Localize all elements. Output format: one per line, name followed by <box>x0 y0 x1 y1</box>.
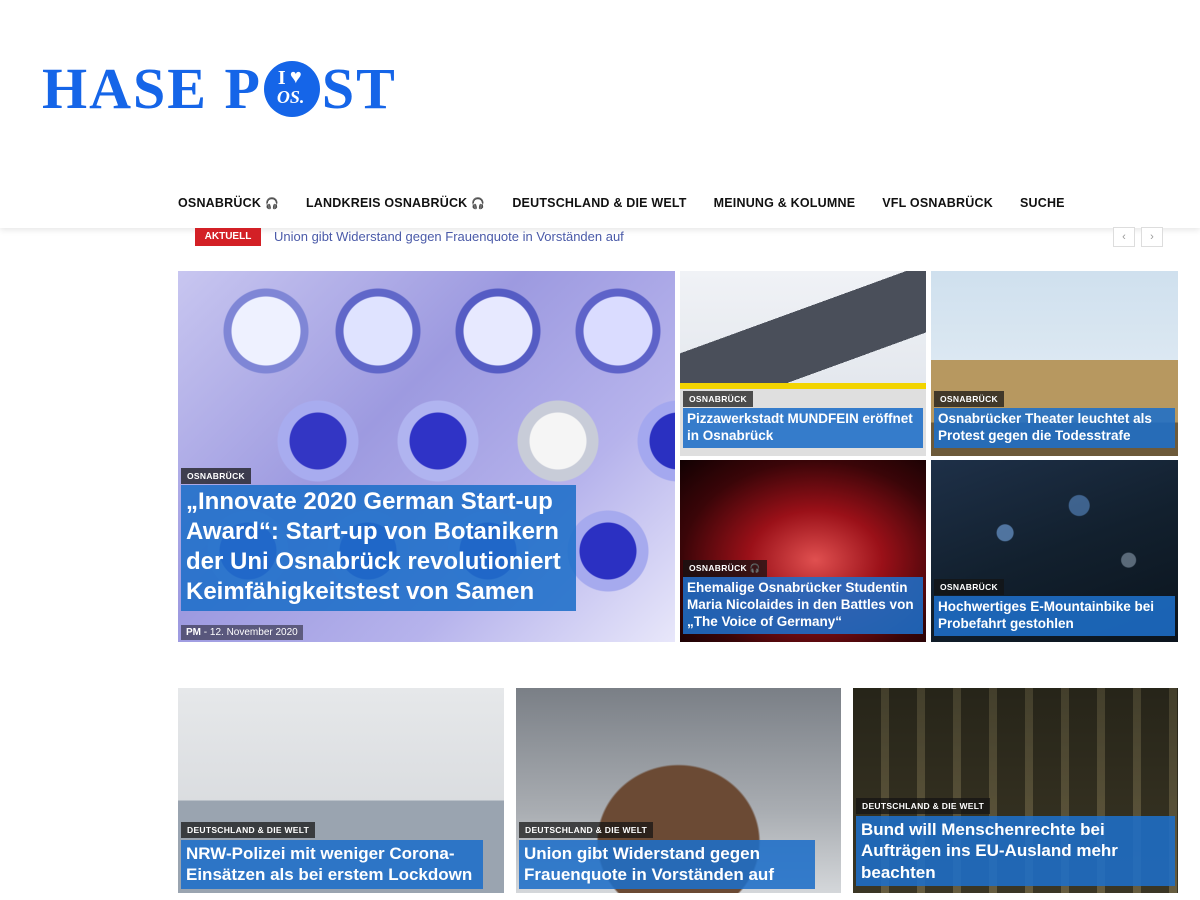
ticker-prev-button[interactable]: ‹ <box>1113 227 1135 247</box>
ticker-headline-link[interactable]: Union gibt Widerstand gegen Frauenquote … <box>274 229 624 244</box>
category-badge: DEUTSCHLAND & DIE WELT <box>519 822 654 838</box>
category-badge: OSNABRÜCK <box>934 391 1004 407</box>
nav-item-label: LANDKREIS OSNABRÜCK <box>305 196 468 210</box>
nav-item-suche[interactable]: SUCHE <box>1020 196 1065 210</box>
article-author: PM <box>186 627 201 638</box>
headphones-icon: 🎧 <box>265 197 279 210</box>
article-title: Osnabrücker Theater leuchtet als Protest… <box>934 408 1175 448</box>
article-meta: PM - 12. November 2020 <box>181 625 303 640</box>
article-tile[interactable]: OSNABRÜCK 🎧 Ehemalige Osnabrücker Studen… <box>680 460 926 642</box>
news-ticker: AKTUELL Union gibt Widerstand gegen Frau… <box>195 227 1175 250</box>
category-badge: OSNABRÜCK <box>181 468 251 484</box>
logo-emblem-heart: ♥ <box>289 66 302 88</box>
logo-emblem-os: OS. <box>276 87 305 107</box>
article-tile[interactable]: DEUTSCHLAND & DIE WELT Union gibt Widers… <box>516 688 841 893</box>
headphones-icon: 🎧 <box>471 197 486 210</box>
article-tile[interactable]: OSNABRÜCK Osnabrücker Theater leuchtet a… <box>931 271 1178 456</box>
featured-article[interactable]: OSNABRÜCK „Innovate 2020 German Start-up… <box>178 271 675 642</box>
category-badge: DEUTSCHLAND & DIE WELT <box>856 798 991 814</box>
category-badge: DEUTSCHLAND & DIE WELT <box>181 822 316 838</box>
article-title: Union gibt Widerstand gegen Frauenquote … <box>519 840 815 889</box>
ticker-controls: ‹ › <box>1113 227 1163 247</box>
nav-item-landkreis[interactable]: LANDKREIS OSNABRÜCK 🎧 <box>306 196 485 210</box>
category-badge: OSNABRÜCK 🎧 <box>683 560 767 577</box>
article-tile[interactable]: OSNABRÜCK Hochwertiges E-Mountainbike be… <box>931 460 1178 642</box>
nav-item-osnabrueck[interactable]: OSNABRÜCK 🎧 <box>178 196 279 210</box>
ticker-next-button[interactable]: › <box>1141 227 1163 247</box>
nav-item-label: DEUTSCHLAND & DIE WELT <box>512 196 687 210</box>
nav-item-vfl[interactable]: VFL OSNABRÜCK <box>882 196 993 210</box>
nav-item-label: MEINUNG & KOLUMNE <box>713 196 856 210</box>
featured-article-title: „Innovate 2020 German Start-up Award“: S… <box>181 485 576 611</box>
article-title: Hochwertiges E-Mountainbike bei Probefah… <box>934 596 1175 636</box>
article-tile[interactable]: OSNABRÜCK Pizzawerkstadt MUNDFEIN eröffn… <box>680 271 926 456</box>
logo-text-right: ST <box>321 56 397 121</box>
article-tile[interactable]: DEUTSCHLAND & DIE WELT NRW-Polizei mit w… <box>178 688 504 893</box>
ticker-badge: AKTUELL <box>195 228 261 246</box>
nav-item-meinung[interactable]: MEINUNG & KOLUMNE <box>714 196 856 210</box>
nav-item-label: VFL OSNABRÜCK <box>882 196 993 210</box>
article-tile[interactable]: DEUTSCHLAND & DIE WELT Bund will Mensche… <box>853 688 1178 893</box>
logo-text-left: HASE P <box>42 56 262 121</box>
article-title: NRW-Polizei mit weniger Corona-Einsätzen… <box>181 840 483 889</box>
article-title: Pizzawerkstadt MUNDFEIN eröffnet in Osna… <box>683 408 923 448</box>
site-logo[interactable]: HASE P I ♥ OS. ST <box>42 58 397 120</box>
article-title: Bund will Menschenrechte bei Aufträgen i… <box>856 816 1175 886</box>
site-header: HASE P I ♥ OS. ST OSNABRÜCK 🎧 LANDKREIS O… <box>0 0 1200 228</box>
nav-item-deutschland[interactable]: DEUTSCHLAND & DIE WELT <box>512 196 686 210</box>
logo-emblem-icon: I ♥ OS. <box>263 61 320 117</box>
main-nav: OSNABRÜCK 🎧 LANDKREIS OSNABRÜCK 🎧 DEUTSCHL… <box>178 196 1092 210</box>
article-date: 12. November 2020 <box>209 627 298 638</box>
nav-item-label: OSNABRÜCK <box>178 196 262 210</box>
category-badge: OSNABRÜCK <box>683 391 753 407</box>
meta-separator: - <box>203 627 208 638</box>
article-title: Ehemalige Osnabrücker Studentin Maria Ni… <box>683 577 923 634</box>
category-badge: OSNABRÜCK <box>934 579 1004 595</box>
nav-item-label: SUCHE <box>1019 196 1065 210</box>
